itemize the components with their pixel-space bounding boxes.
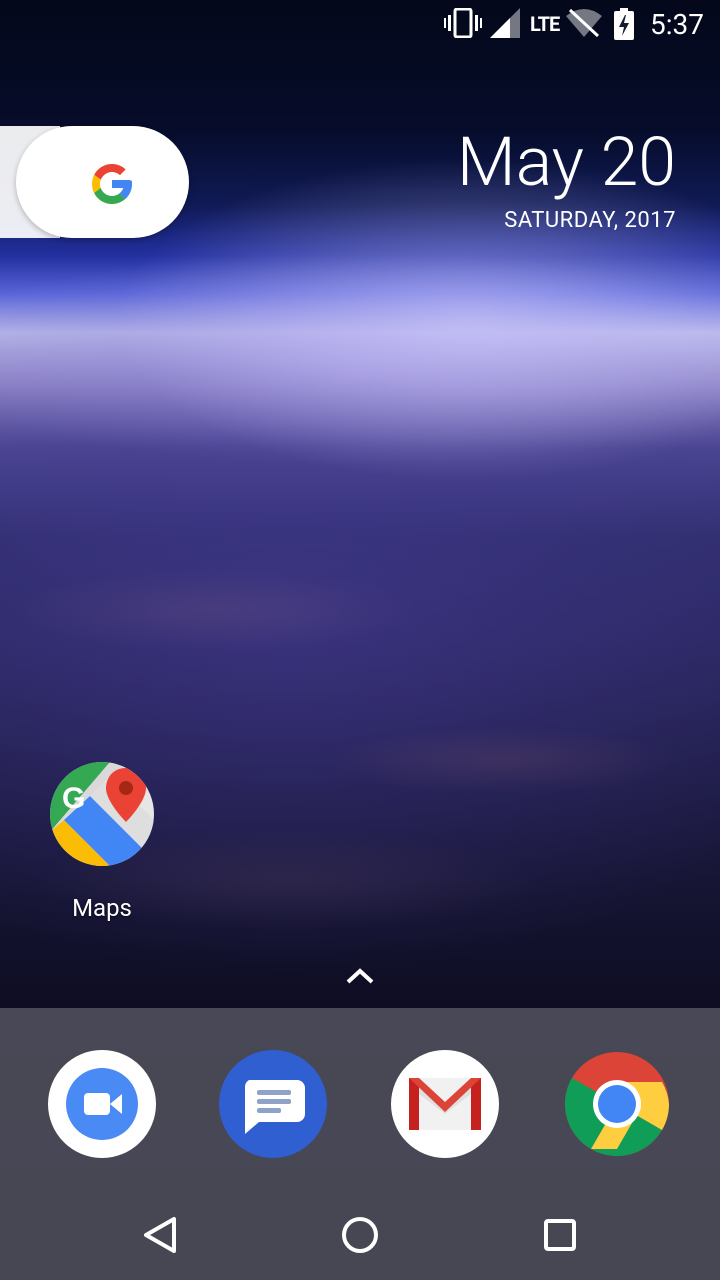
back-icon[interactable] (136, 1210, 186, 1260)
svg-text:G: G (62, 782, 85, 815)
google-g-icon (88, 160, 136, 212)
wallpaper-terrain (0, 430, 720, 1030)
duo-icon[interactable] (48, 1050, 156, 1158)
status-bar[interactable]: LTE 5:37 (0, 0, 720, 50)
google-search-widget[interactable] (0, 126, 190, 238)
app-maps[interactable]: G Maps (40, 762, 164, 922)
date-widget[interactable]: May 20 SATURDAY, 2017 (457, 122, 676, 233)
status-time: 5:37 (650, 8, 704, 41)
cell-signal-icon (490, 8, 520, 45)
recents-icon[interactable] (535, 1210, 585, 1260)
google-search-pill[interactable] (16, 126, 189, 238)
weekday-year-label: SATURDAY, 2017 (504, 208, 676, 233)
google-maps-icon: G (50, 762, 154, 866)
network-type-label: LTE (530, 12, 560, 36)
gmail-icon[interactable] (391, 1050, 499, 1158)
battery-charging-icon (614, 8, 634, 47)
messages-icon[interactable] (219, 1050, 327, 1158)
chrome-icon[interactable] (563, 1050, 671, 1158)
navigation-bar (0, 1190, 720, 1280)
home-icon[interactable] (335, 1210, 385, 1260)
date-label: May 20 (456, 122, 676, 202)
wifi-off-icon (566, 8, 602, 45)
app-label-maps: Maps (72, 894, 132, 922)
vibrate-icon (444, 7, 482, 45)
chevron-up-icon[interactable] (342, 962, 378, 990)
dock (0, 1008, 720, 1280)
